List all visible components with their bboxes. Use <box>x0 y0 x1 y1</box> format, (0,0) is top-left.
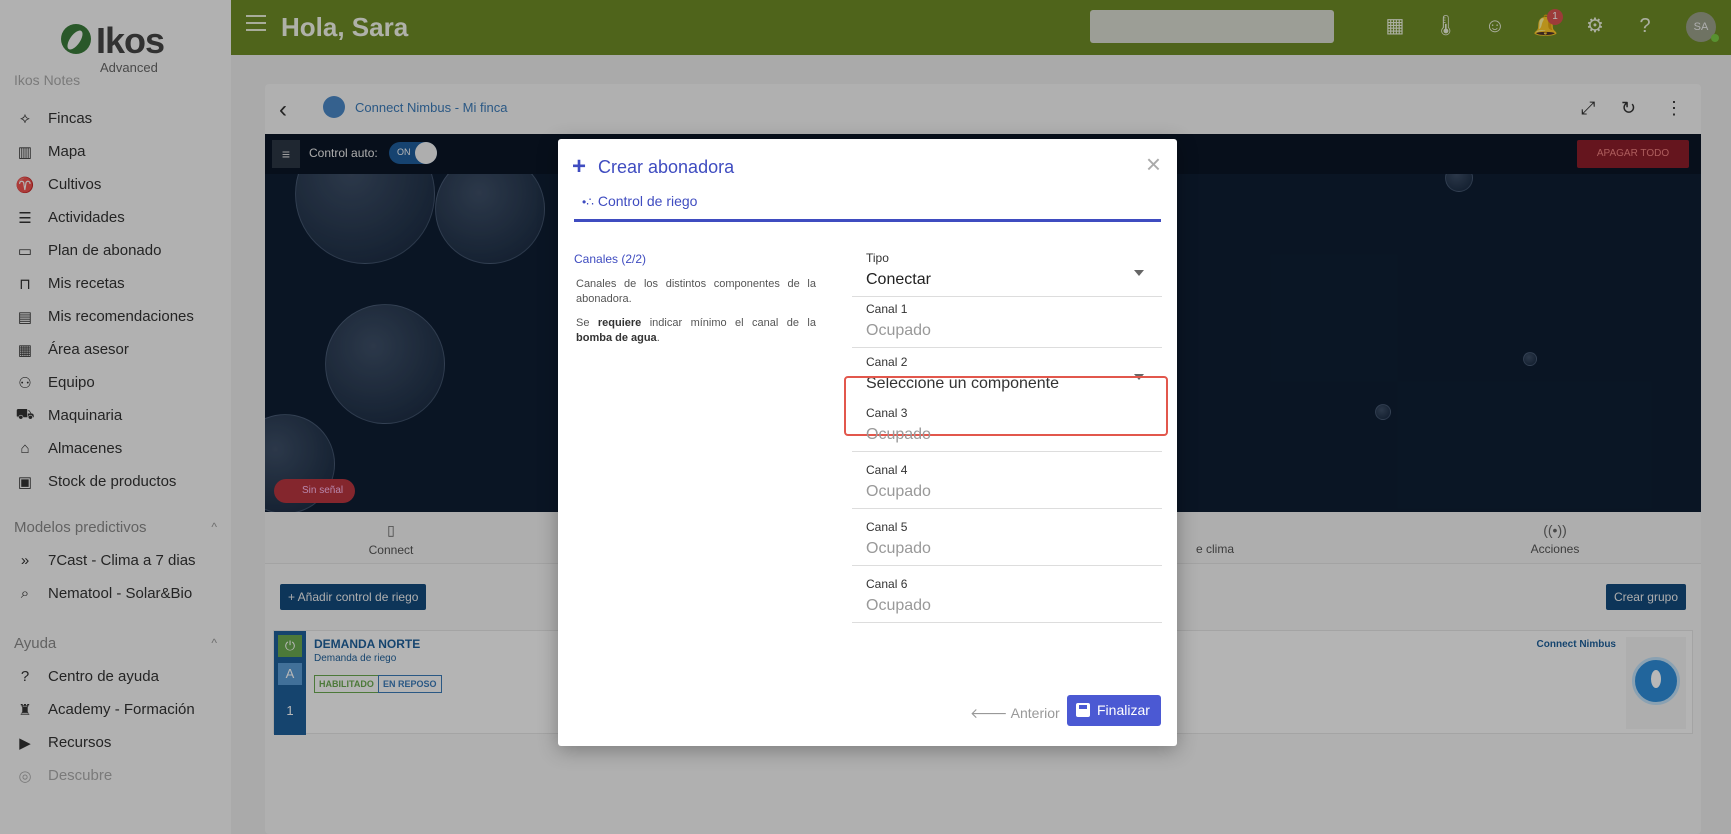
field-label: Canal 4 <box>866 463 908 477</box>
canal-6-field: Canal 6 Ocupado <box>852 566 1162 623</box>
section-title: Canales (2/2) <box>574 252 647 266</box>
dropdown-arrow-icon <box>1134 270 1144 276</box>
canal-5-field: Canal 5 Ocupado <box>852 509 1162 566</box>
step-label: Control de riego <box>597 193 698 209</box>
save-icon <box>1076 703 1090 717</box>
canal-4-field: Canal 4 Ocupado <box>852 452 1162 509</box>
finish-label: Finalizar <box>1097 702 1150 718</box>
finish-button[interactable]: Finalizar <box>1067 695 1161 726</box>
canal-3-field: Canal 3 Ocupado <box>852 395 1162 452</box>
field-value: Ocupado <box>866 483 931 500</box>
field-value: Ocupado <box>866 597 931 614</box>
field-label: Canal 3 <box>866 406 908 420</box>
field-value: Ocupado <box>866 426 931 443</box>
arrow-left-icon: 🡐 <box>970 705 1011 721</box>
canal-1-field: Canal 1 Ocupado <box>852 291 1162 348</box>
create-fertilizer-modal: + Crear abonadora × •∴ Control de riego C… <box>558 139 1177 746</box>
field-label: Canal 1 <box>866 302 908 316</box>
modal-title: Crear abonadora <box>598 157 735 177</box>
previous-button[interactable]: 🡐 Anterior <box>970 705 1060 722</box>
section-description: Canales de los distintos componentes de … <box>576 278 816 305</box>
field-label: Canal 6 <box>866 577 908 591</box>
plus-icon: + <box>572 153 587 180</box>
close-icon[interactable]: × <box>1146 149 1161 180</box>
step-indicator: •∴ Control de riego <box>582 193 697 209</box>
section-requirement: Se requiere indicar mínimo el canal de l… <box>576 317 816 344</box>
field-value: Ocupado <box>866 322 931 339</box>
step-progress-line <box>574 219 1161 222</box>
drops-icon: •∴ <box>582 195 594 209</box>
field-value: Conectar <box>866 271 931 288</box>
field-label: Canal 5 <box>866 520 908 534</box>
previous-label: Anterior <box>1010 705 1060 721</box>
field-value: Ocupado <box>866 540 931 557</box>
field-label: Canal 2 <box>866 355 908 369</box>
field-label: Tipo <box>866 251 889 265</box>
tipo-select[interactable]: Tipo Conectar <box>852 240 1162 297</box>
